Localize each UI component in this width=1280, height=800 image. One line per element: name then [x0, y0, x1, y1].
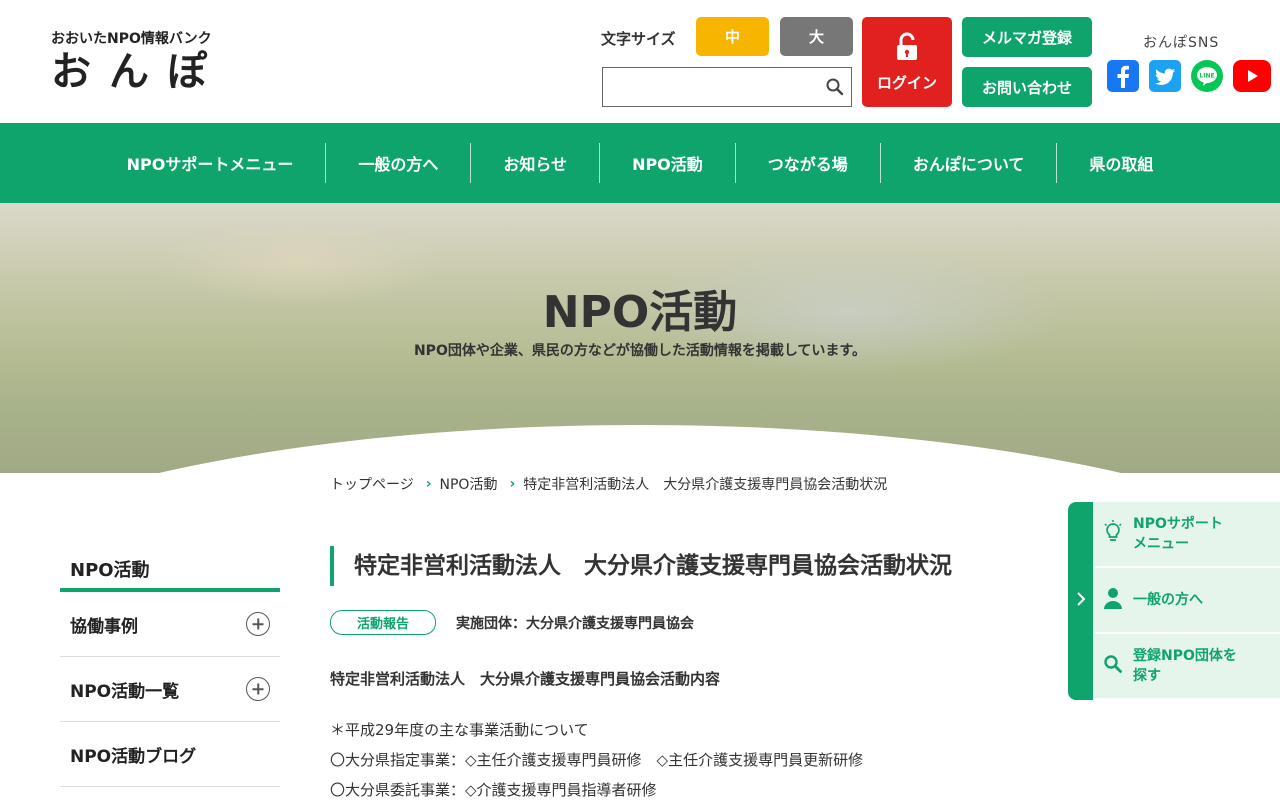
sidebar-item-collaboration[interactable]: 協働事例 [60, 592, 280, 657]
search-icon[interactable] [825, 77, 845, 97]
site-logo[interactable]: おおいたNPO情報バンク おんぽ [51, 28, 225, 96]
svg-text:LINE: LINE [1199, 73, 1214, 80]
chevron-right-icon [1076, 591, 1086, 611]
quick-menu-npo-support[interactable]: NPOサポート メニュー [1093, 502, 1280, 568]
quick-menu-label: NPOサポート メニュー [1133, 514, 1223, 554]
quick-menu-list: NPOサポート メニュー 一般の方へ 登録NPO団体を 探す [1093, 502, 1280, 700]
article-subheading: 特定非営利活動法人 大分県介護支援専門員協会活動内容 [330, 670, 721, 688]
body-line: 〇大分県指定事業：◇主任介護支援専門員研修 ◇主任介護支援専門員更新研修 [330, 751, 864, 769]
quick-menu-label-line1: NPOサポート [1133, 516, 1223, 532]
logo-subtitle: おおいたNPO情報バンク [51, 31, 212, 47]
font-size-label: 文字サイズ [601, 30, 676, 48]
expand-icon[interactable] [246, 677, 270, 701]
line-icon[interactable]: LINE [1191, 60, 1223, 92]
logo-title: おんぽ [51, 49, 225, 95]
quick-menu-find-npo[interactable]: 登録NPO団体を 探す [1093, 634, 1280, 700]
article-body: ＊平成29年度の主な事業活動について 〇大分県指定事業：◇主任介護支援専門員研修… [330, 715, 1050, 800]
hero-curve-divider [0, 425, 1280, 473]
quick-menu-label-line2: 探す [1133, 668, 1161, 684]
main-content: 特定非営利活動法人 大分県介護支援専門員協会活動状況 活動報告 実施団体：大分県… [330, 546, 1050, 800]
quick-menu-label-line1: 登録NPO団体を [1133, 648, 1237, 664]
expand-icon[interactable] [246, 612, 270, 636]
organization-label: 実施団体：大分県介護支援専門員協会 [456, 615, 695, 632]
chevron-right-icon: › [425, 476, 432, 492]
lightbulb-icon [1103, 520, 1123, 548]
sidebar-item-label: NPO活動ブログ [70, 746, 197, 767]
sidebar-title: NPO活動 [60, 556, 280, 592]
floating-quick-menu: NPOサポート メニュー 一般の方へ 登録NPO団体を 探す [1068, 502, 1280, 700]
youtube-icon[interactable] [1233, 60, 1271, 92]
global-nav: NPOサポートメニュー 一般の方へ お知らせ NPO活動 つながる場 おんぽにつ… [0, 123, 1280, 203]
breadcrumb: トップページ › NPO活動 › 特定非営利活動法人 大分県介護支援専門員協会活… [330, 474, 887, 494]
sidebar-item-activity-blog[interactable]: NPO活動ブログ [60, 722, 280, 787]
nav-item-general[interactable]: 一般の方へ [325, 143, 470, 183]
font-size-medium-button[interactable]: 中 [696, 17, 769, 56]
hero-subtitle: NPO団体や企業、県民の方などが協働した活動情報を掲載しています。 [413, 343, 867, 359]
nav-item-news[interactable]: お知らせ [470, 143, 599, 183]
breadcrumb-current: 特定非営利活動法人 大分県介護支援専門員協会活動状況 [523, 477, 888, 493]
category-tag[interactable]: 活動報告 [330, 610, 437, 635]
body-line: ＊平成29年度の主な事業活動について [330, 721, 589, 739]
panel-toggle[interactable] [1068, 502, 1093, 700]
quick-menu-label: 登録NPO団体を 探す [1133, 646, 1237, 686]
sns-label: おんぽSNS [1143, 35, 1220, 51]
login-label: ログイン [876, 73, 937, 92]
body-line: 〇大分県委託事業：◇介護支援専門員指導者研修 [330, 781, 657, 799]
sidebar-item-activity-list[interactable]: NPO活動一覧 [60, 657, 280, 722]
breadcrumb-top[interactable]: トップページ [330, 474, 414, 494]
font-size-large-button[interactable]: 大 [780, 17, 853, 56]
breadcrumb-npo-activity[interactable]: NPO活動 [440, 474, 498, 494]
twitter-icon[interactable] [1149, 60, 1181, 92]
nav-item-prefecture[interactable]: 県の取組 [1056, 143, 1185, 183]
nav-item-about[interactable]: おんぽについて [879, 143, 1057, 183]
sidebar-item-label: NPO活動一覧 [70, 681, 180, 702]
article-meta: 活動報告 実施団体：大分県介護支援専門員協会 [330, 610, 1050, 635]
newsletter-signup-button[interactable]: メルマガ登録 [962, 17, 1092, 57]
contact-button[interactable]: お問い合わせ [962, 67, 1092, 107]
search-input[interactable] [603, 68, 813, 106]
quick-menu-label-line2: メニュー [1133, 536, 1189, 552]
nav-item-npo-activity[interactable]: NPO活動 [599, 143, 735, 183]
sidebar-item-label: 協働事例 [70, 616, 138, 637]
login-button[interactable]: ログイン [862, 17, 952, 107]
nav-item-npo-support[interactable]: NPOサポートメニュー [95, 143, 326, 183]
quick-menu-general[interactable]: 一般の方へ [1093, 568, 1280, 634]
quick-menu-label: 一般の方へ [1133, 592, 1203, 608]
unlock-icon [894, 32, 920, 66]
sns-links: LINE [1107, 60, 1271, 92]
nav-item-connect[interactable]: つながる場 [734, 143, 880, 183]
page-title: 特定非営利活動法人 大分県介護支援専門員協会活動状況 [330, 546, 1050, 586]
chevron-right-icon: › [509, 476, 516, 492]
hero-banner: NPO活動 NPO団体や企業、県民の方などが協働した活動情報を掲載しています。 [0, 203, 1280, 473]
facebook-icon[interactable] [1107, 60, 1139, 92]
search-box [602, 67, 852, 107]
search-icon [1103, 654, 1123, 678]
person-icon [1103, 587, 1123, 613]
hero-title: NPO活動 [542, 287, 738, 338]
site-header: おおいたNPO情報バンク おんぽ 文字サイズ 中 大 ログイン メルマガ登録 お… [0, 0, 1280, 123]
sidebar: NPO活動 協働事例 NPO活動一覧 NPO活動ブログ [60, 556, 280, 787]
